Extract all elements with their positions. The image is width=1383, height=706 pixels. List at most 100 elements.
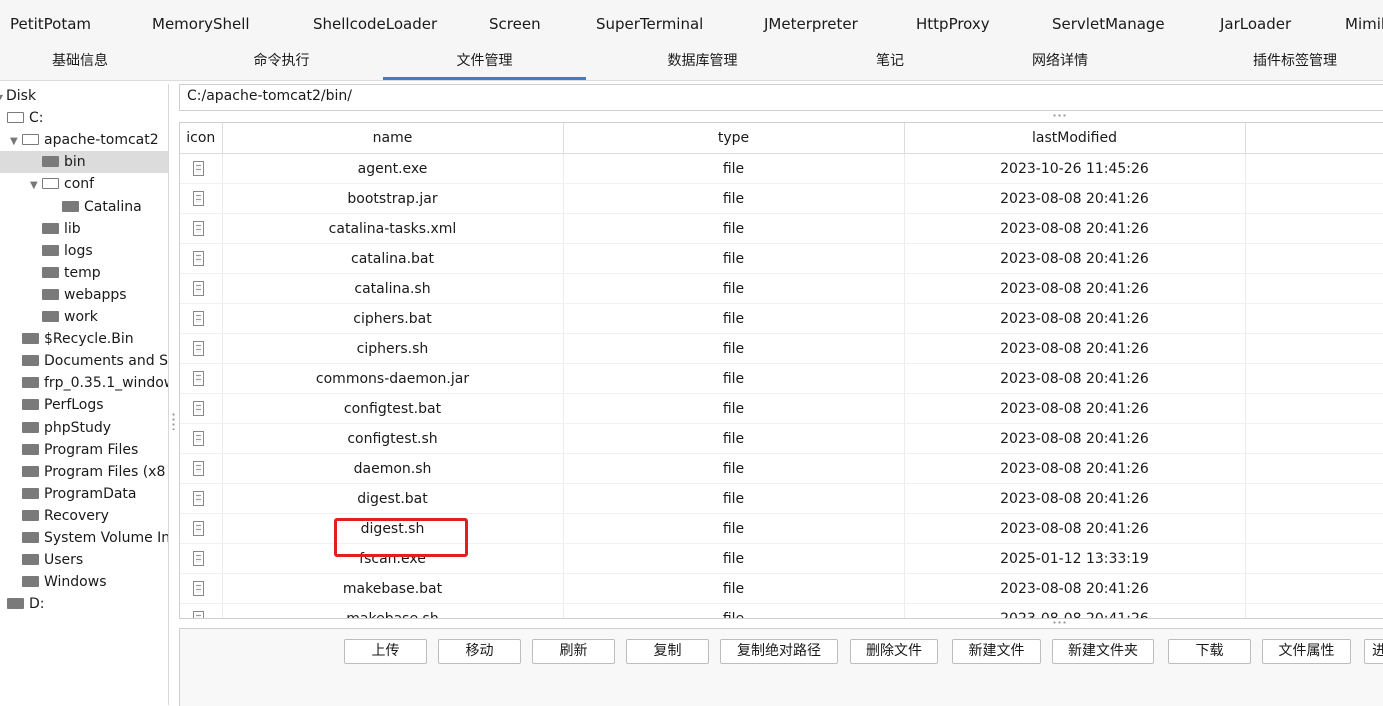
file-name: catalina.bat [222,243,564,274]
table-row[interactable]: ciphers.sh file 2023-08-08 20:41:26 [180,333,1383,364]
folder-icon [22,576,39,588]
file-type: file [563,483,905,514]
action-button-1[interactable]: 移动 [438,639,521,664]
folder-open-icon [7,112,24,124]
plugin-tab-2[interactable]: ShellcodeLoader [313,15,437,33]
action-button-8[interactable]: 下载 [1168,639,1251,664]
tree-node[interactable]: phpStudy [0,417,168,439]
table-row[interactable]: catalina-tasks.xml file 2023-08-08 20:41:2… [180,213,1383,244]
table-row[interactable]: bootstrap.jar file 2023-08-08 20:41:26 [180,183,1383,214]
plugin-tab-7[interactable]: ServletManage [1052,15,1165,33]
file-modified: 2023-08-08 20:41:26 [904,183,1246,214]
file-type: file [563,183,905,214]
tree-node[interactable]: Users [0,549,168,571]
tree-node[interactable]: Program Files [0,439,168,461]
tree-node[interactable]: temp [0,262,168,284]
plugin-tab-3[interactable]: Screen [489,15,541,33]
tree-node[interactable]: System Volume In [0,527,168,549]
tree-node[interactable]: Program Files (x8 [0,461,168,483]
tree-node[interactable]: Windows [0,571,168,593]
action-button-10[interactable]: 进 [1364,639,1383,664]
tree-node-label: Documents and S [44,353,168,370]
tree-node-label: temp [64,264,101,281]
table-row[interactable]: commons-daemon.jar file 2023-08-08 20:41:2… [180,363,1383,394]
tree-node-label: C: [29,110,44,127]
tab-2[interactable]: 文件管理 [383,46,586,80]
table-row[interactable]: agent.exe file 2023-10-26 11:45:26 [180,153,1383,184]
table-row[interactable]: catalina.bat file 2023-08-08 20:41:26 [180,243,1383,274]
tree-node[interactable]: bin [0,151,168,174]
tree-node[interactable]: logs [0,240,168,262]
table-row[interactable]: configtest.bat file 2023-08-08 20:41:26 [180,393,1383,424]
tree-node[interactable]: Recovery [0,505,168,527]
folder-open-icon [22,134,39,146]
column-header-icon[interactable]: icon [180,123,223,154]
action-button-0[interactable]: 上传 [344,639,427,664]
tree-node[interactable]: lib [0,218,168,240]
plugin-tab-8[interactable]: JarLoader [1220,15,1291,33]
file-icon [193,491,204,506]
split-handle-top[interactable] [1052,114,1068,117]
file-modified: 2023-08-08 20:41:26 [904,453,1246,484]
action-button-6[interactable]: 新建文件 [952,639,1041,664]
table-row[interactable]: catalina.sh file 2023-08-08 20:41:26 [180,273,1383,304]
tab-3[interactable]: 数据库管理 [600,46,805,80]
tree-node[interactable]: work [0,306,168,328]
table-row[interactable]: makebase.bat file 2023-08-08 20:41:26 [180,573,1383,604]
tree-node[interactable]: ▼ apache-tomcat2 [0,129,168,151]
column-header-type[interactable]: type [563,123,905,154]
tree-node[interactable]: frp_0.35.1_window [0,372,168,394]
file-icon [193,371,204,386]
table-row[interactable]: configtest.sh file 2023-08-08 20:41:26 [180,423,1383,454]
tree-node[interactable]: ▾Disk [0,85,168,107]
plugin-tab-9[interactable]: Mimil [1345,15,1383,33]
folder-icon [22,532,39,543]
file-icon [193,431,204,446]
table-row[interactable]: daemon.sh file 2023-08-08 20:41:26 [180,453,1383,484]
split-handle-bottom[interactable] [1052,621,1068,624]
plugin-tab-0[interactable]: PetitPotam [10,15,91,33]
tab-0[interactable]: 基础信息 [0,46,160,80]
tree-node[interactable]: ProgramData [0,483,168,505]
column-header-name[interactable]: name [222,123,564,154]
tab-5[interactable]: 网络详情 [975,46,1145,80]
file-icon [193,221,204,236]
action-button-5[interactable]: 删除文件 [850,639,938,664]
column-header-lastmodified[interactable]: lastModified [904,123,1246,154]
tree-node[interactable]: Catalina [0,196,168,218]
action-button-4[interactable]: 复制绝对路径 [720,639,838,664]
action-button-2[interactable]: 刷新 [532,639,615,664]
table-row[interactable]: makebase.sh file 2023-08-08 20:41:26 [180,603,1383,618]
folder-open-icon [42,178,59,190]
tree-node[interactable]: ▼ conf [0,173,168,195]
file-name: makebase.sh [222,603,564,618]
plugin-tab-1[interactable]: MemoryShell [152,15,250,33]
path-field[interactable]: C:/apache-tomcat2/bin/ [179,84,1383,111]
plugin-tab-6[interactable]: HttpProxy [916,15,990,33]
split-pane-divider[interactable] [172,412,175,430]
tree-node[interactable]: C: [0,107,168,129]
folder-icon [42,156,59,168]
plugin-tab-4[interactable]: SuperTerminal [596,15,703,33]
action-button-7[interactable]: 新建文件夹 [1052,639,1154,664]
tree-node[interactable]: D: [0,593,168,615]
tree-node[interactable]: webapps [0,284,168,306]
tree-node[interactable]: PerfLogs [0,394,168,416]
tree-node[interactable]: Documents and S [0,350,168,372]
tree-node[interactable]: $Recycle.Bin [0,328,168,350]
file-modified: 2023-08-08 20:41:26 [904,573,1246,604]
action-button-3[interactable]: 复制 [626,639,709,664]
table-row[interactable]: digest.bat file 2023-08-08 20:41:26 [180,483,1383,514]
table-row[interactable]: ciphers.bat file 2023-08-08 20:41:26 [180,303,1383,334]
action-button-9[interactable]: 文件属性 [1262,639,1351,664]
expand-toggle-icon[interactable]: ▼ [10,131,22,153]
tab-6[interactable]: 插件标签管理 [1180,46,1383,80]
file-name: bootstrap.jar [222,183,564,214]
tab-4[interactable]: 笔记 [805,46,975,80]
file-tree[interactable]: ▾Disk C: ▼ apache-tomcat2 bin ▼ conf Catalinali… [0,84,169,705]
file-type: file [563,333,905,364]
expand-toggle-icon[interactable]: ▼ [30,175,42,197]
file-name: configtest.sh [222,423,564,454]
tab-1[interactable]: 命令执行 [180,46,383,80]
plugin-tab-5[interactable]: JMeterpreter [764,15,858,33]
